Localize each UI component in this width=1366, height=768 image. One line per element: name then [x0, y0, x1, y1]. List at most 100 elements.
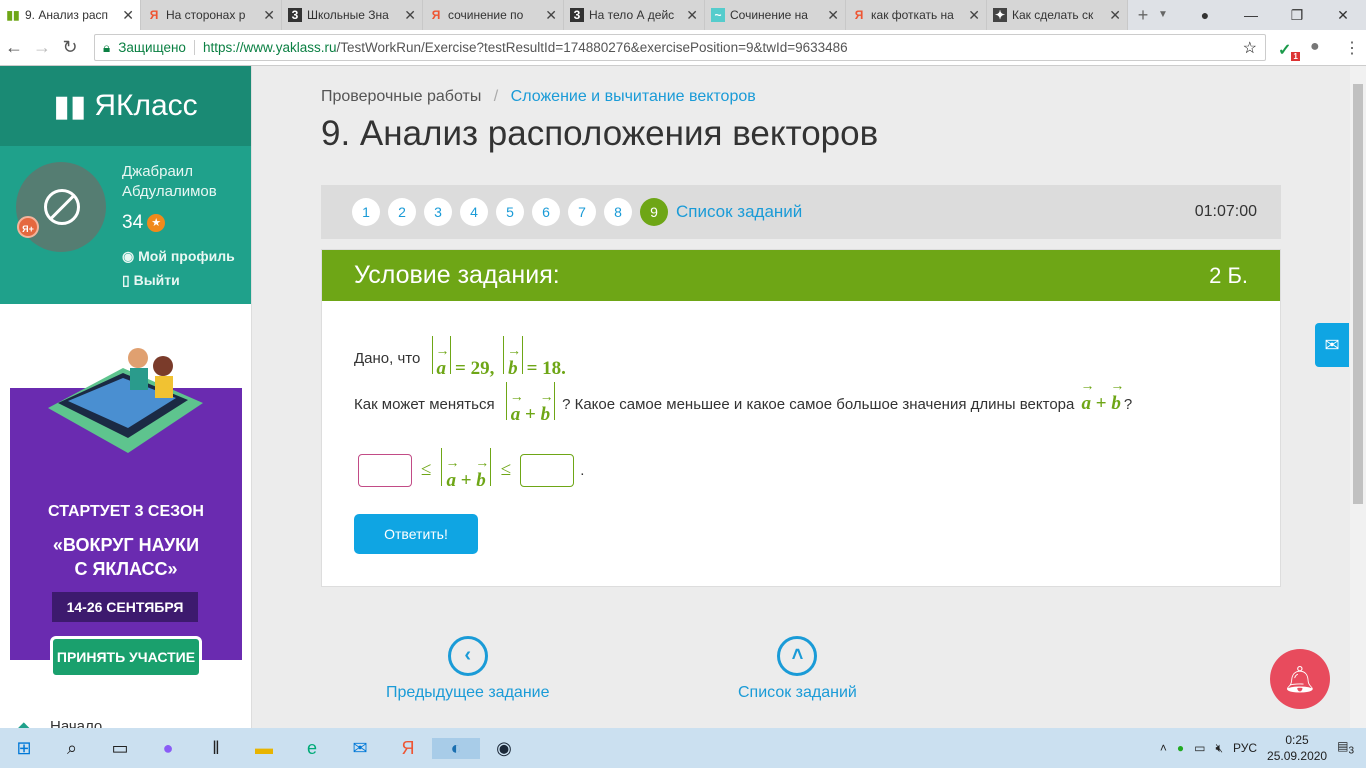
browser-tab[interactable]: 3 Школьные Зна ✕: [282, 0, 423, 30]
page-button[interactable]: 5: [496, 198, 524, 226]
yaklass-icon: ▮▮: [6, 8, 20, 22]
scrollbar[interactable]: [1350, 66, 1366, 728]
close-tab-icon[interactable]: ✕: [404, 7, 416, 24]
file-explorer-icon[interactable]: ▬: [240, 738, 288, 759]
reload-icon[interactable]: ↻: [56, 37, 84, 58]
breadcrumb: Проверочные работы / Сложение и вычитани…: [321, 88, 756, 105]
windows-start-icon[interactable]: ⊞: [0, 738, 48, 759]
page-button[interactable]: 8: [604, 198, 632, 226]
promo-dates: 14-26 СЕНТЯБРЯ: [52, 592, 198, 622]
chevron-left-icon: ‹: [447, 636, 488, 676]
max-length-input[interactable]: [520, 453, 575, 487]
main-content: Проверочные работы / Сложение и вычитани…: [253, 66, 1350, 728]
menu-icon[interactable]: ⋮: [1344, 38, 1360, 58]
page-button[interactable]: 1: [352, 198, 380, 226]
app-icon[interactable]: ‖: [192, 738, 240, 759]
chat-extension-icon[interactable]: ●: [1310, 38, 1320, 56]
profile-link[interactable]: ◉ Мой профиль: [122, 248, 235, 265]
bookmark-star-icon[interactable]: ☆: [1243, 38, 1257, 58]
close-tab-icon[interactable]: ✕: [1109, 7, 1121, 24]
logo-text: ЯКласс: [94, 89, 198, 122]
close-tab-icon[interactable]: ✕: [968, 7, 980, 24]
clock[interactable]: 0:25 25.09.2020: [1267, 732, 1327, 764]
min-length-input[interactable]: [358, 453, 412, 487]
browser-tab[interactable]: 3 На тело А дейс ✕: [564, 0, 705, 30]
task-card: Условие задания:2 Б. Дано, что a= 29, b=…: [321, 249, 1281, 587]
back-icon[interactable]: ←: [0, 37, 28, 58]
submit-answer-button[interactable]: Ответить!: [354, 514, 478, 554]
battery-icon[interactable]: ▭: [1194, 741, 1205, 755]
edge-icon[interactable]: e: [288, 738, 336, 759]
question-text: Как может меняться a + b ? Какое самое м…: [354, 379, 1132, 426]
page-button[interactable]: 3: [424, 198, 452, 226]
points: 34 ★: [122, 212, 166, 234]
url-text: https://www.yaklass.ru/TestWorkRun/Exerc…: [193, 40, 848, 55]
page-button[interactable]: 2: [388, 198, 416, 226]
door-icon: ▯: [122, 272, 130, 288]
breadcrumb-link[interactable]: Сложение и вычитание векторов: [511, 88, 756, 105]
close-window-icon[interactable]: ✕: [1320, 7, 1366, 24]
page-button[interactable]: 7: [568, 198, 596, 226]
close-tab-icon[interactable]: ✕: [827, 7, 839, 24]
new-tab-icon[interactable]: +: [1128, 0, 1158, 30]
sidebar: ▮▮ ЯКласс Я+ Джабраил Абдулалимов 34 ★ ◉ Мо…: [0, 66, 252, 728]
browser-app-icon[interactable]: ◐: [432, 737, 480, 759]
mail-app-icon[interactable]: ✉: [336, 738, 384, 759]
close-tab-icon[interactable]: ✕: [545, 7, 557, 24]
previous-task-button[interactable]: ‹ Предыдущее задание: [386, 636, 549, 702]
browser-tab[interactable]: Якак фоткать на ✕: [846, 0, 987, 30]
task-list-link[interactable]: Список заданий: [676, 202, 802, 222]
promo-banner[interactable]: СТАРТУЕТ 3 СЕЗОН «ВОКРУГ НАУКИ С ЯКЛАСС» …: [10, 348, 242, 678]
tray-app-icon[interactable]: ●: [1177, 741, 1184, 755]
user-name: Джабраил Абдулалимов: [122, 163, 217, 200]
task-list-button[interactable]: ˄ Список заданий: [738, 636, 857, 702]
minimize-icon[interactable]: —: [1228, 7, 1274, 23]
chevron-up-icon[interactable]: ˄: [1160, 741, 1167, 755]
page-button-current[interactable]: 9: [640, 198, 668, 226]
star-icon: ★: [147, 214, 166, 232]
address-bar: ← → ↻ 🔒︎ Защищено https://www.yaklass.ru…: [0, 30, 1366, 66]
tab-title: сочинение по: [448, 8, 524, 22]
logo[interactable]: ▮▮ ЯКласс: [0, 66, 251, 146]
page-button[interactable]: 4: [460, 198, 488, 226]
sidebar-item-home[interactable]: ◆ Начало: [18, 718, 102, 728]
notification-bell-icon[interactable]: 🔔︎: [1270, 649, 1330, 709]
forward-icon[interactable]: →: [28, 37, 56, 58]
znanija-icon: 3: [570, 8, 584, 22]
task-view-icon[interactable]: ▭: [96, 738, 144, 759]
page-button[interactable]: 6: [532, 198, 560, 226]
tab-title: Как сделать ск: [1012, 8, 1094, 22]
logout-link[interactable]: ▯ Выйти: [122, 272, 180, 289]
maximize-icon[interactable]: ❐: [1274, 7, 1320, 24]
tab-title: На тело А дейс: [589, 8, 675, 22]
action-center-icon[interactable]: ▤3: [1337, 739, 1354, 756]
search-icon[interactable]: ⌕: [48, 738, 96, 759]
participate-button[interactable]: ПРИНЯТЬ УЧАСТИЕ: [50, 636, 202, 678]
yandex-browser-icon[interactable]: Я: [384, 738, 432, 759]
znanija-icon: 3: [288, 8, 302, 22]
extension-icon[interactable]: ✓ 1: [1278, 40, 1300, 62]
steam-icon[interactable]: ◉: [480, 738, 528, 759]
browser-tab[interactable]: ~ Сочинение на ✕: [705, 0, 846, 30]
mail-icon[interactable]: ✉: [1315, 323, 1349, 367]
tablet-illustration: [48, 348, 203, 453]
profile-icon[interactable]: ●: [1182, 7, 1228, 23]
tab-list-icon[interactable]: ▼: [1158, 0, 1178, 30]
ya-plus-badge: Я+: [17, 216, 39, 238]
close-tab-icon[interactable]: ✕: [686, 7, 698, 24]
browser-tab[interactable]: ▮▮ 9. Анализ расп ✕: [0, 0, 141, 30]
speaker-muted-icon[interactable]: 🔇︎: [1215, 741, 1223, 756]
promo-line: СТАРТУЕТ 3 СЕЗОН: [48, 503, 204, 520]
browser-tab[interactable]: ✦ Как сделать ск ✕: [987, 0, 1128, 30]
close-tab-icon[interactable]: ✕: [122, 7, 134, 24]
url-input[interactable]: 🔒︎ Защищено https://www.yaklass.ru/TestW…: [94, 34, 1266, 61]
close-tab-icon[interactable]: ✕: [263, 7, 275, 24]
browser-tab[interactable]: Ясочинение по ✕: [423, 0, 564, 30]
language-indicator[interactable]: РУС: [1233, 741, 1257, 755]
breadcrumb-root[interactable]: Проверочные работы: [321, 88, 481, 105]
task-pager: 1 2 3 4 5 6 7 8 9 Список заданий 01:07:0…: [321, 185, 1281, 239]
alice-icon[interactable]: ●: [144, 738, 192, 759]
task-points: 2 Б.: [1209, 262, 1248, 288]
task-header: Условие задания: 2 Б.: [322, 250, 1280, 301]
browser-tab[interactable]: Я На сторонах р ✕: [141, 0, 282, 30]
